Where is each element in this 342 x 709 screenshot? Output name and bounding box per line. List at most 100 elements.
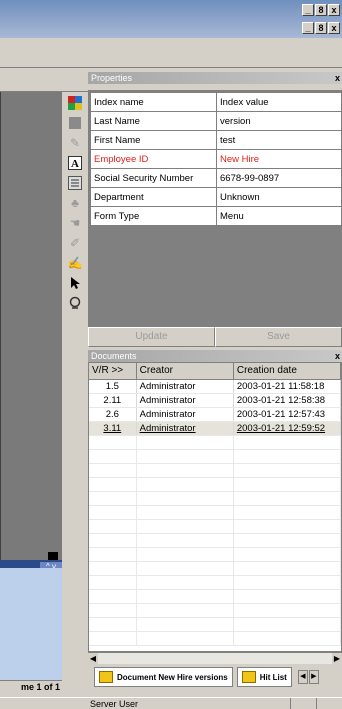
document-row[interactable]: 1.5 Administrator 2003-01-21 11:58:18	[89, 380, 341, 394]
tab-prev-icon[interactable]: ◀	[297, 670, 308, 684]
properties-close-icon[interactable]: x	[335, 72, 340, 84]
thumbnail-area[interactable]	[0, 568, 62, 682]
properties-buttons: Update Save	[88, 327, 342, 347]
creator-cell: Administrator	[137, 394, 234, 407]
empty-row	[89, 492, 341, 506]
update-button[interactable]: Update	[88, 327, 215, 347]
title-bar: _ 8 x _ 8 x	[0, 0, 342, 38]
doc-close-button[interactable]: x	[328, 22, 340, 34]
property-value[interactable]: New Hire	[216, 149, 342, 169]
tool-strip: ✎ A ♣ ☚ ✐ ✍	[62, 92, 88, 697]
property-name: Department	[90, 187, 217, 207]
creator-cell: Administrator	[137, 380, 234, 393]
document-window-controls: _ 8 x	[302, 22, 340, 34]
document-canvas[interactable]	[0, 92, 62, 560]
tab-document-versions[interactable]: Document New Hire versions	[94, 667, 233, 687]
empty-row	[89, 548, 341, 562]
property-name: Index name	[90, 92, 217, 112]
property-row: Form Type Menu	[90, 206, 342, 226]
property-row: Department Unknown	[90, 187, 342, 207]
empty-row	[89, 464, 341, 478]
save-button[interactable]: Save	[215, 327, 342, 347]
document-row[interactable]: 2.6 Administrator 2003-01-21 12:57:43	[89, 408, 341, 422]
properties-title-bar: Properties x	[88, 72, 342, 84]
empty-row	[89, 478, 341, 492]
scan-icon[interactable]	[66, 94, 84, 112]
property-value[interactable]: Index value	[216, 92, 342, 112]
empty-row	[89, 576, 341, 590]
page-status: me 1 of 1	[0, 680, 62, 694]
empty-row	[89, 604, 341, 618]
folder-icon	[241, 671, 256, 683]
column-header-vr[interactable]: V/R >>	[89, 363, 137, 379]
creator-cell: Administrator	[137, 422, 234, 435]
zoom-icon[interactable]	[66, 294, 84, 312]
stamp-icon[interactable]: ♣	[66, 194, 84, 212]
documents-hscrollbar[interactable]: ◀ ▶	[88, 652, 342, 664]
empty-row	[89, 618, 341, 632]
property-row: Index name Index value	[90, 92, 342, 112]
document-row[interactable]: 3.11 Administrator 2003-01-21 12:59:52	[89, 422, 341, 436]
doc-restore-button[interactable]: 8	[315, 22, 327, 34]
empty-row	[89, 562, 341, 576]
documents-rows: 1.5 Administrator 2003-01-21 11:58:18 2.11 A…	[89, 380, 341, 646]
tab-label: Hit List	[259, 672, 287, 682]
property-value[interactable]: test	[216, 130, 342, 150]
property-row: Employee ID New Hire	[90, 149, 342, 169]
column-header-date[interactable]: Creation date	[234, 363, 341, 379]
pointer-icon[interactable]	[66, 274, 84, 292]
documents-header: V/R >> Creator Creation date	[89, 363, 341, 380]
documents-close-icon[interactable]: x	[335, 350, 340, 362]
pen-icon[interactable]: ✎	[66, 134, 84, 152]
status-text: Server User	[90, 699, 139, 709]
date-cell: 2003-01-21 12:58:38	[234, 394, 341, 407]
empty-row	[89, 450, 341, 464]
toolbar	[0, 38, 342, 68]
empty-row	[89, 534, 341, 548]
minimize-button[interactable]: _	[302, 4, 314, 16]
empty-row	[89, 506, 341, 520]
version-cell: 2.11	[89, 394, 137, 407]
close-button[interactable]: x	[328, 4, 340, 16]
property-row: Social Security Number 6678-99-0897	[90, 168, 342, 188]
document-row[interactable]: 2.11 Administrator 2003-01-21 12:58:38	[89, 394, 341, 408]
property-name: Form Type	[90, 206, 217, 226]
properties-table: Index name Index value Last Name version Fir…	[90, 92, 342, 226]
tab-hit-list[interactable]: Hit List	[236, 667, 292, 687]
property-row: Last Name version	[90, 111, 342, 131]
document-view: ^ v me 1 of 1	[0, 92, 62, 697]
eraser-icon[interactable]: ✐	[66, 234, 84, 252]
tab-next-icon[interactable]: ▶	[308, 670, 319, 684]
scroll-right-icon[interactable]: ▶	[332, 653, 342, 664]
documents-title-bar: Documents x	[88, 350, 342, 362]
secondary-toolbar	[0, 68, 88, 92]
hand-icon[interactable]: ☚	[66, 214, 84, 232]
tab-label: Document New Hire versions	[117, 672, 228, 682]
property-value[interactable]: version	[216, 111, 342, 131]
doc-minimize-button[interactable]: _	[302, 22, 314, 34]
scroll-left-icon[interactable]: ◀	[88, 653, 98, 664]
empty-row	[89, 590, 341, 604]
version-cell: 1.5	[89, 380, 137, 393]
empty-row	[89, 436, 341, 450]
page-icon[interactable]	[66, 114, 84, 132]
property-value[interactable]: Unknown	[216, 187, 342, 207]
bottom-tabs: Document New Hire versions Hit List ◀ ▶	[88, 664, 342, 690]
property-row: First Name test	[90, 130, 342, 150]
creator-cell: Administrator	[137, 408, 234, 421]
property-name: First Name	[90, 130, 217, 150]
property-value[interactable]: 6678-99-0897	[216, 168, 342, 188]
highlight-icon[interactable]: ✍	[66, 254, 84, 272]
app-window-controls: _ 8 x	[302, 4, 340, 16]
property-value[interactable]: Menu	[216, 206, 342, 226]
restore-button[interactable]: 8	[315, 4, 327, 16]
text-icon[interactable]: A	[66, 154, 84, 172]
properties-title: Properties	[91, 73, 133, 83]
list-icon[interactable]	[66, 174, 84, 192]
column-header-creator[interactable]: Creator	[137, 363, 234, 379]
property-name: Social Security Number	[90, 168, 217, 188]
documents-title: Documents	[91, 351, 137, 361]
folder-icon	[99, 671, 113, 683]
status-box	[290, 698, 316, 709]
version-cell: 2.6	[89, 408, 137, 421]
